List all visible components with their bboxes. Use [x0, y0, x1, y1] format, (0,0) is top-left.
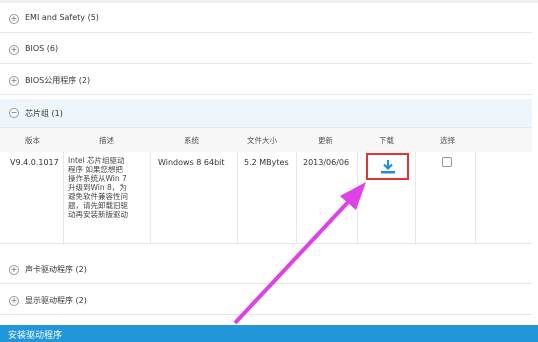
magenta-arrow — [233, 182, 366, 325]
